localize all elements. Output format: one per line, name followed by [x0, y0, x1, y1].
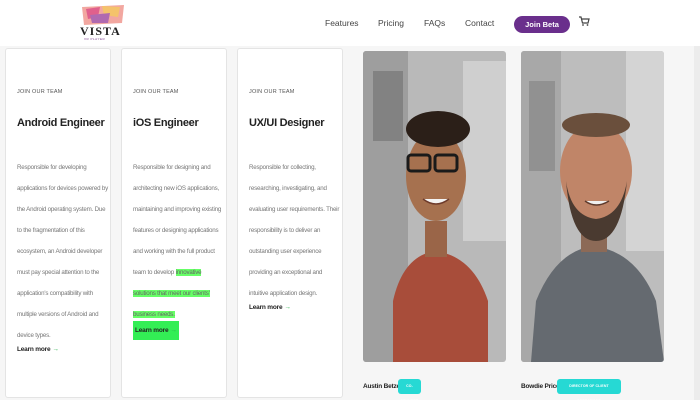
nav-faqs[interactable]: FAQs	[424, 18, 445, 28]
arrow-right-icon: →	[170, 327, 177, 334]
job-title: Android Engineer	[17, 117, 105, 129]
card-eyebrow: JOIN OUR TEAM	[133, 89, 179, 95]
join-beta-button[interactable]: Join Beta	[514, 16, 570, 33]
nav-features[interactable]: Features	[325, 18, 359, 28]
role-badge: DIRECTOR OF CLIENT OPERATIONS	[557, 379, 621, 400]
team-photo-austin	[363, 51, 506, 362]
job-title: UX/UI Designer	[249, 117, 325, 129]
team-photo-bowdie	[521, 51, 664, 362]
cart-icon[interactable]	[578, 15, 590, 27]
learn-more-link[interactable]: Learn more →	[17, 346, 59, 353]
site-header: VISTA VR PLAYER Features Pricing FAQs Co…	[0, 0, 700, 46]
role-badge: CO-FOUNDER	[398, 379, 421, 400]
logo-tagline: VR PLAYER	[84, 37, 106, 41]
nav-contact[interactable]: Contact	[465, 18, 494, 28]
team-member-name: Austin Betzer	[363, 383, 403, 390]
job-description: Responsible for designing and architecti…	[133, 157, 225, 325]
job-description: Responsible for developing applications …	[17, 164, 109, 339]
job-description-highlight: innovative solutions that meet our clien…	[133, 269, 210, 318]
arrow-right-icon: →	[52, 346, 59, 353]
job-description: Responsible for collecting, researching,…	[249, 164, 340, 297]
learn-more-label: Learn more	[17, 346, 51, 353]
arrow-right-icon: →	[284, 304, 291, 311]
job-title: iOS Engineer	[133, 117, 199, 129]
job-card-ux-ui: JOIN OUR TEAM UX/UI Designer Responsible…	[237, 48, 343, 398]
page-scrollbar[interactable]	[694, 46, 700, 400]
learn-more-label: Learn more	[135, 327, 169, 334]
team-member-name: Bowdie Price	[521, 383, 560, 390]
card-eyebrow: JOIN OUR TEAM	[249, 89, 295, 95]
job-card-android: JOIN OUR TEAM Android Engineer Responsib…	[5, 48, 111, 398]
learn-more-label: Learn more	[249, 304, 283, 311]
learn-more-link[interactable]: Learn more →	[133, 321, 179, 340]
learn-more-link[interactable]: Learn more →	[249, 304, 291, 311]
job-description-main: Responsible for designing and architecti…	[133, 164, 222, 276]
job-card-ios: JOIN OUR TEAM iOS Engineer Responsible f…	[121, 48, 227, 398]
card-eyebrow: JOIN OUR TEAM	[17, 89, 63, 95]
nav-pricing[interactable]: Pricing	[378, 18, 404, 28]
